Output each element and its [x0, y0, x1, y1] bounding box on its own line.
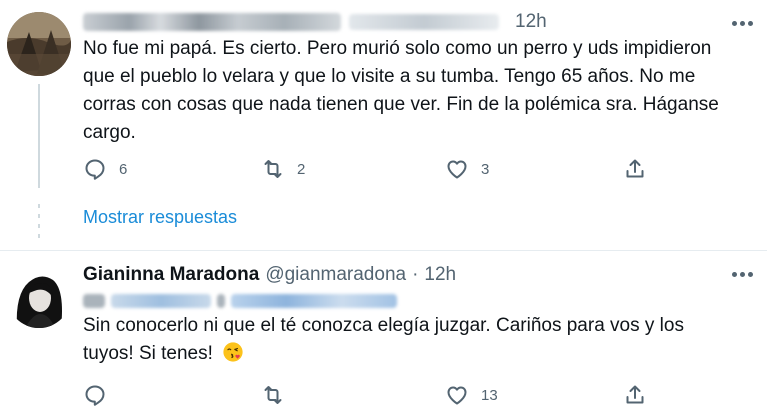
retweet-count: 2	[297, 160, 306, 178]
thread-dots	[37, 204, 41, 244]
face-blowing-kiss-icon	[223, 342, 243, 362]
redacted-display-name	[83, 13, 341, 31]
show-replies-link[interactable]: Mostrar respuestas	[83, 207, 237, 228]
share-icon	[626, 385, 644, 404]
separator-dot: ·	[412, 264, 419, 285]
replying-to	[83, 290, 397, 312]
like-count: 3	[481, 160, 490, 178]
avatar[interactable]	[7, 264, 71, 328]
avatar-image	[7, 12, 71, 76]
tweet-actions: 13	[83, 380, 663, 409]
like-button[interactable]: 13	[445, 380, 498, 409]
handle[interactable]: @gianmaradona	[265, 264, 406, 286]
display-name[interactable]: Gianinna Maradona	[83, 264, 259, 286]
tweet-header: 12h	[83, 9, 547, 35]
reply-button[interactable]	[83, 380, 119, 409]
reply-icon	[85, 159, 105, 180]
share-icon	[626, 159, 644, 178]
timestamp[interactable]: 12h	[515, 11, 547, 33]
like-count: 13	[481, 386, 498, 404]
like-icon	[447, 386, 467, 405]
redacted-mention	[231, 294, 397, 308]
share-button[interactable]	[623, 380, 647, 409]
reply-icon	[85, 385, 105, 406]
redacted-text	[83, 294, 105, 308]
more-icon[interactable]	[727, 264, 757, 284]
retweet-icon	[264, 386, 282, 404]
tweet-actions: 6 2 3	[83, 154, 663, 184]
divider	[0, 250, 767, 251]
share-button[interactable]	[623, 154, 647, 184]
reply-button[interactable]: 6	[83, 154, 127, 184]
tweet-text: No fue mi papá. Es cierto. Pero murió so…	[83, 38, 719, 143]
avatar[interactable]	[7, 12, 71, 76]
thread-line	[38, 84, 40, 188]
tweet-header: Gianinna Maradona @gianmaradona · 12h	[83, 262, 456, 288]
redacted-mention	[111, 294, 211, 308]
retweet-icon	[264, 160, 282, 178]
redacted-handle	[349, 14, 499, 30]
retweet-button[interactable]: 2	[261, 154, 305, 184]
more-icon[interactable]	[727, 13, 757, 33]
tweet-text: Sin conocerlo ni que el té conozca elegí…	[83, 312, 723, 368]
tweet-text-content: Sin conocerlo ni que el té conozca elegí…	[83, 315, 684, 364]
redacted-text	[217, 294, 225, 308]
like-icon	[447, 160, 467, 179]
like-button[interactable]: 3	[445, 154, 489, 184]
avatar-image	[7, 264, 71, 328]
reply-count: 6	[119, 160, 128, 178]
retweet-button[interactable]	[261, 380, 297, 409]
tweet[interactable]: 12h No fue mi papá. Es cierto. Pero muri…	[0, 0, 767, 250]
timestamp[interactable]: 12h	[424, 264, 456, 286]
